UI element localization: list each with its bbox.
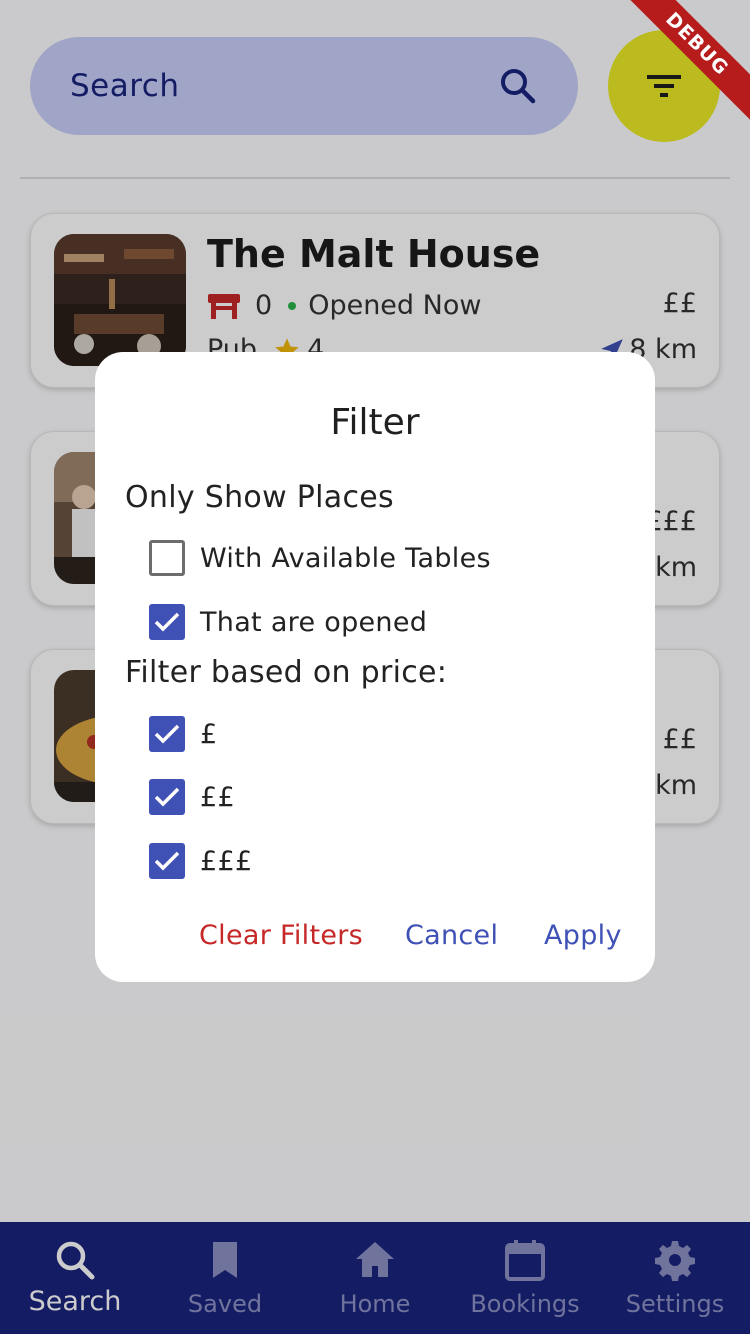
checkbox-label: £ <box>200 718 218 750</box>
checkbox-checked-icon[interactable] <box>149 843 185 879</box>
nav-label: Bookings <box>470 1290 580 1318</box>
apply-button[interactable]: Apply <box>544 920 622 951</box>
checkbox-label: That are opened <box>200 606 428 638</box>
checkbox-label: With Available Tables <box>200 542 491 574</box>
nav-label: Saved <box>187 1290 263 1318</box>
checkbox-available-tables[interactable]: With Available Tables <box>149 540 491 576</box>
checkbox-checked-icon[interactable] <box>149 716 185 752</box>
checkbox-label: ££ <box>200 781 235 813</box>
nav-label: Home <box>339 1290 411 1318</box>
nav-label: Settings <box>625 1290 725 1318</box>
nav-item-home[interactable]: Home <box>300 1222 450 1334</box>
section-only-show-places: Only Show Places <box>125 480 394 515</box>
clear-filters-button[interactable]: Clear Filters <box>199 920 363 951</box>
nav-item-bookings[interactable]: Bookings <box>450 1222 600 1334</box>
dialog-title: Filter <box>330 402 420 443</box>
bottom-navigation: Search Saved Home Bookings Settings <box>0 1222 750 1334</box>
checkbox-price-1[interactable]: £ <box>149 716 217 752</box>
nav-label: Search <box>28 1286 122 1317</box>
bookmark-icon <box>213 1242 237 1278</box>
checkbox-checked-icon[interactable] <box>149 779 185 815</box>
nav-item-settings[interactable]: Settings <box>600 1222 750 1334</box>
checkbox-price-3[interactable]: £££ <box>149 843 252 879</box>
checkbox-label: £££ <box>200 845 253 877</box>
checkbox-opened[interactable]: That are opened <box>149 604 427 640</box>
filter-dialog: Filter Only Show Places With Available T… <box>95 352 655 982</box>
nav-item-search[interactable]: Search <box>0 1222 150 1334</box>
calendar-icon <box>505 1240 545 1281</box>
checkbox-price-2[interactable]: ££ <box>149 779 235 815</box>
nav-item-saved[interactable]: Saved <box>150 1222 300 1334</box>
checkbox-checked-icon[interactable] <box>149 604 185 640</box>
section-price-filter: Filter based on price: <box>125 655 448 690</box>
home-icon <box>356 1242 394 1277</box>
gear-icon <box>655 1241 695 1281</box>
cancel-button[interactable]: Cancel <box>405 920 498 951</box>
search-icon <box>56 1241 95 1280</box>
checkbox-unchecked-icon[interactable] <box>149 540 185 576</box>
